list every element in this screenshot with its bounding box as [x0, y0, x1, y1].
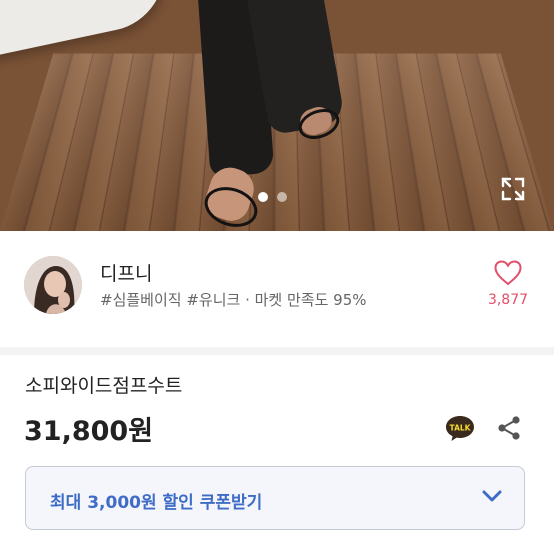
share-icon[interactable] [496, 415, 522, 441]
product-price: 31,800원 [24, 416, 154, 447]
like-count: 3,877 [487, 292, 529, 308]
seller-tags: #심플베이직 #유니크 · 마켓 만족도 95% [100, 291, 367, 309]
expand-icon[interactable] [500, 176, 526, 202]
coupon-label: 최대 3,000원 할인 쿠폰받기 [50, 493, 263, 513]
talk-label: TALK [450, 424, 472, 433]
chevron-down-icon [482, 490, 502, 502]
coupon-button[interactable]: 최대 3,000원 할인 쿠폰받기 [25, 466, 525, 530]
product-title: 소피와이드점프수트 [25, 375, 183, 397]
talk-icon[interactable]: TALK [444, 414, 476, 442]
carousel-dots [258, 192, 287, 202]
seller-row[interactable]: 디프니 #심플베이직 #유니크 · 마켓 만족도 95% 3,877 [0, 231, 554, 347]
seller-name[interactable]: 디프니 [100, 259, 152, 286]
seller-avatar[interactable] [24, 256, 82, 314]
carousel-dot-1[interactable] [258, 192, 268, 202]
white-sheet [0, 0, 175, 62]
carousel-dot-2[interactable] [277, 192, 287, 202]
avatar-image [24, 256, 82, 314]
product-image[interactable] [0, 0, 554, 231]
heart-icon[interactable] [494, 260, 522, 286]
section-divider [0, 347, 554, 355]
